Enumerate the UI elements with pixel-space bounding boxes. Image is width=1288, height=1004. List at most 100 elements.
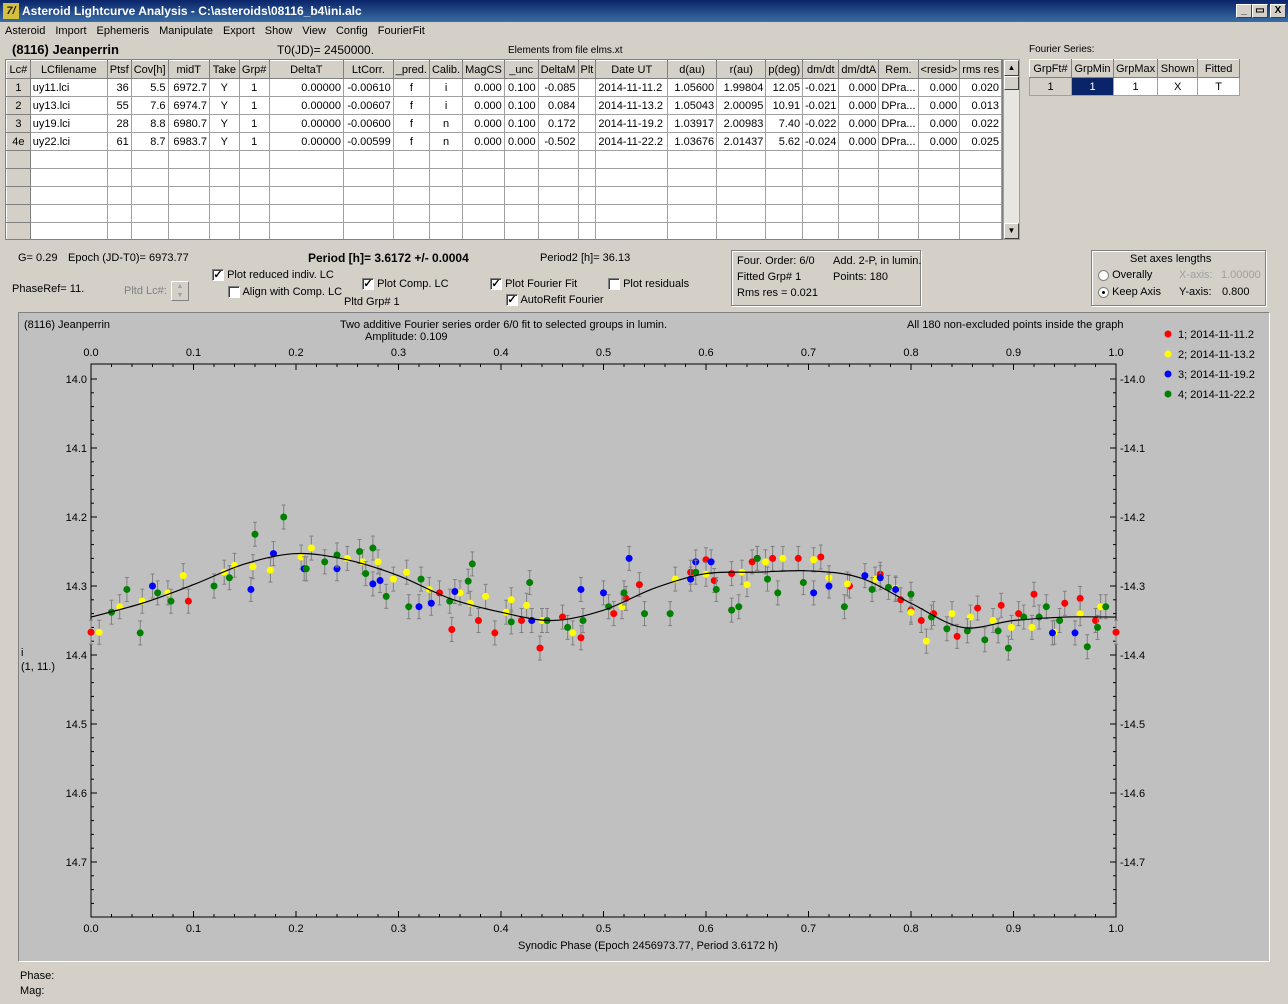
fourier-cell-grpmin[interactable]: 1 — [1071, 77, 1114, 96]
scroll-up-icon[interactable]: ▲ — [1004, 60, 1019, 76]
empty-cell — [802, 204, 840, 223]
fourier-col-shown[interactable]: Shown — [1157, 59, 1199, 78]
menu-manipulate[interactable]: Manipulate — [154, 22, 218, 37]
lc-col-rms-res[interactable]: rms res — [959, 60, 1002, 79]
autorefit-checkbox[interactable]: ✓ AutoRefit Fourier — [506, 294, 604, 307]
yaxis-input[interactable]: 0.800 — [1222, 286, 1250, 298]
empty-cell — [577, 186, 597, 205]
plot-residuals-checkbox[interactable]: Plot residuals — [608, 278, 689, 291]
app-logo-icon: 7/ — [3, 3, 19, 19]
fourier-col-grpft[interactable]: GrpFt# — [1029, 59, 1072, 78]
lc-col-r-au[interactable]: r(au) — [716, 60, 767, 79]
lc-col-midt[interactable]: midT — [167, 60, 210, 79]
lc-col-date-ut[interactable]: Date UT — [595, 60, 668, 79]
menu-ephemeris[interactable]: Ephemeris — [92, 22, 155, 37]
fourier-col-grpmin[interactable]: GrpMin — [1071, 59, 1114, 78]
lc-cell-lc-filename[interactable]: uy11.lci — [29, 78, 108, 97]
menu-view[interactable]: View — [297, 22, 331, 37]
xaxis-input[interactable]: 1.00000 — [1221, 269, 1261, 281]
table-row[interactable]: 4e uy22.lci 61 8.7 6983.7 Y 1 0.00000 -0.00599 f n… — [6, 132, 1002, 151]
scroll-thumb[interactable] — [1004, 76, 1019, 90]
data-point — [184, 597, 192, 605]
elements-label: Elements from file elms.xt — [508, 45, 623, 56]
lc-col-magcs[interactable]: MagCS — [462, 60, 505, 79]
x-tick-label-bottom: 0.9 — [1006, 923, 1021, 935]
lc-col-deltam[interactable]: DeltaM — [537, 60, 579, 79]
table-row[interactable]: 1 uy11.lci 36 5.5 6972.7 Y 1 0.00000 -0.00610 f i 0… — [6, 78, 1002, 97]
menu-import[interactable]: Import — [50, 22, 91, 37]
lc-col-d-au[interactable]: d(au) — [666, 60, 718, 79]
lc-table-scrollbar[interactable]: ▲ ▼ — [1003, 59, 1020, 240]
lc-col-phase-deg[interactable]: p(deg) — [765, 60, 804, 79]
plot-panel[interactable]: (8116) Jeanperrin Two additive Fourier s… — [18, 312, 1270, 962]
lc-col-calib[interactable]: Calib. — [428, 60, 464, 79]
lc-col-lc-num[interactable]: Lc# — [6, 60, 31, 79]
empty-cell — [343, 186, 394, 205]
lc-col-resid[interactable]: <resid> — [917, 60, 961, 79]
lc-col-rem[interactable]: Rem. — [878, 60, 919, 79]
lc-col-dmdt[interactable]: dm/dt — [802, 60, 840, 79]
fourier-cell-grpft[interactable]: 1 — [1029, 77, 1072, 96]
axes-box-title: Set axes lengths — [1130, 253, 1212, 265]
data-point — [1042, 603, 1050, 611]
menu-show[interactable]: Show — [260, 22, 298, 37]
lc-cell-lc-filename[interactable]: uy22.lci — [29, 132, 108, 151]
close-button[interactable]: X — [1270, 4, 1286, 18]
lc-col-pts[interactable]: Ptsf — [106, 60, 132, 79]
empty-cell — [392, 222, 430, 239]
data-point — [448, 625, 456, 633]
fourier-cell-fitted[interactable]: T — [1197, 77, 1241, 96]
menu-fourierfit[interactable]: FourierFit — [373, 22, 430, 37]
fourier-table-container: GrpFt# GrpMin GrpMax Shown Fitted 1 1 1 … — [1029, 59, 1241, 96]
empty-cell — [208, 186, 240, 205]
plot-comp-checkbox[interactable]: ✓ Plot Comp. LC — [362, 278, 449, 291]
x-tick-label-top: 0.3 — [391, 347, 406, 359]
lc-cell-take: Y — [208, 114, 240, 133]
data-point — [943, 625, 951, 633]
empty-cell — [462, 186, 505, 205]
data-point — [1028, 623, 1036, 631]
lc-col-pred[interactable]: _pred. — [392, 60, 430, 79]
pltd-lc-spinner[interactable]: ▲ ▼ — [171, 281, 189, 301]
keep-axis-radio[interactable]: Keep Axis — [1098, 286, 1161, 298]
scroll-down-icon[interactable]: ▼ — [1004, 223, 1019, 239]
lc-col-unc[interactable]: _unc — [503, 60, 539, 79]
fourier-col-fitted[interactable]: Fitted — [1197, 59, 1241, 78]
align-comp-checkbox[interactable]: Align with Comp. LC — [228, 286, 342, 299]
lc-col-lc-filename[interactable]: LCfilename — [29, 60, 108, 79]
empty-cell — [106, 222, 132, 239]
lc-cell-lc-filename[interactable]: uy13.lci — [29, 96, 108, 115]
plot-fourier-checkbox[interactable]: ✓ Plot Fourier Fit — [490, 278, 577, 291]
menu-asteroid[interactable]: Asteroid — [0, 22, 50, 37]
lc-col-deltat[interactable]: DeltaT — [268, 60, 345, 79]
data-point — [382, 592, 390, 600]
table-row[interactable]: 3 uy19.lci 28 8.8 6980.7 Y 1 0.00000 -0.00600 f n 0… — [6, 114, 1002, 133]
lc-col-plt[interactable]: Plt — [577, 60, 597, 79]
empty-cell — [537, 186, 579, 205]
data-point — [266, 566, 274, 574]
overally-radio[interactable]: Overally — [1098, 269, 1152, 281]
lc-cell-lc-filename[interactable]: uy19.lci — [29, 114, 108, 133]
empty-cell — [959, 204, 1002, 223]
data-point — [1083, 643, 1091, 651]
fourier-cell-grpmax[interactable]: 1 — [1112, 77, 1159, 96]
menu-export[interactable]: Export — [218, 22, 260, 37]
minimize-button[interactable]: _ — [1236, 4, 1252, 18]
plot-reduced-checkbox[interactable]: ✓ Plot reduced indiv. LC — [212, 269, 334, 282]
empty-cell — [428, 222, 464, 239]
lc-cell-rms-res: 0.013 — [959, 96, 1002, 115]
lc-col-ltcorr[interactable]: LtCorr. — [343, 60, 394, 79]
lc-col-take[interactable]: Take — [208, 60, 240, 79]
fourier-cell-shown[interactable]: X — [1157, 77, 1199, 96]
data-point — [1035, 613, 1043, 621]
lc-col-dmdta[interactable]: dm/dtA — [838, 60, 880, 79]
fourier-col-grpmax[interactable]: GrpMax — [1112, 59, 1159, 78]
lc-col-cov[interactable]: Cov[h] — [130, 60, 169, 79]
title-bar: 7/ Asteroid Lightcurve Analysis - C:\ast… — [0, 0, 1288, 22]
lc-cell-dmdt: -0.022 — [802, 114, 840, 133]
empty-cell — [208, 204, 240, 223]
restore-button[interactable]: ▭ — [1252, 4, 1268, 18]
menu-config[interactable]: Config — [331, 22, 373, 37]
lc-col-grp[interactable]: Grp# — [238, 60, 270, 79]
table-row[interactable]: 2 uy13.lci 55 7.6 6974.7 Y 1 0.00000 -0.00607 f i 0… — [6, 96, 1002, 115]
